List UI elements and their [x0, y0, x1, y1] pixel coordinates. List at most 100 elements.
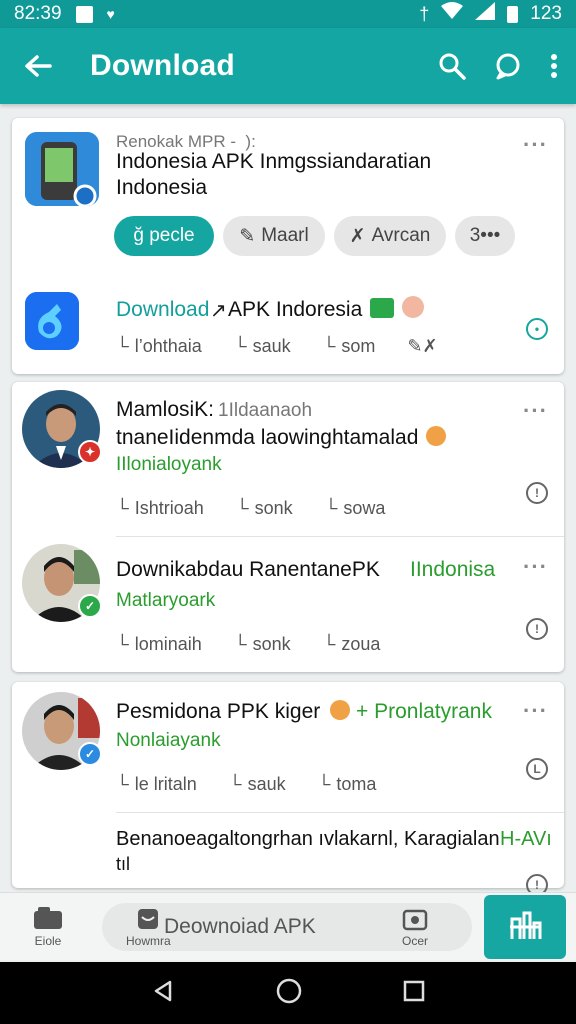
pencil-icon: ✎✗ [407, 336, 438, 356]
feed-card-3: ✓ Pesmidona PPK kiger + Pronlatyrank Non… [12, 682, 564, 896]
system-nav-bar [0, 962, 576, 1024]
like-action[interactable]: └ le lritaln [116, 774, 197, 795]
more-horiz-icon[interactable]: ··· [523, 132, 548, 158]
share-label: sowa [343, 498, 386, 518]
author-meta: 1Ildaanaoh [218, 400, 313, 421]
hand-icon: └ [233, 336, 247, 356]
share-action[interactable]: └ zoua [323, 634, 381, 655]
check-badge-icon: ✓ [78, 594, 102, 618]
post-text-green: H-AVı [500, 828, 552, 850]
thumb-up-icon: └ [116, 336, 129, 356]
avatar[interactable]: ✓ [22, 544, 102, 622]
info-circle-icon[interactable]: ! [526, 618, 548, 640]
chip-avrcan[interactable]: ✗ Avrcan [334, 216, 446, 256]
chip-maarl[interactable]: ✎ Maarl [223, 216, 325, 256]
share-label: toma [336, 774, 377, 794]
post-sub: IIlonialoyank [116, 454, 222, 475]
page-title: Download [90, 49, 235, 82]
nav-browse[interactable]: Howmra [126, 907, 171, 948]
like-action[interactable]: └ l’ohthaia [116, 336, 202, 357]
like-label: le lritaln [134, 774, 197, 794]
status-bar: 82:39 ♥ † 123 [0, 0, 576, 28]
share-action[interactable]: └ sowa [325, 498, 386, 519]
search-icon[interactable] [438, 52, 466, 80]
nav-recents-icon[interactable] [403, 980, 425, 1007]
more-horiz-icon[interactable]: ··· [523, 554, 548, 580]
chip-primary[interactable]: ğ pecle [114, 216, 214, 256]
battery-level: 123 [530, 3, 562, 24]
notification-icon [75, 5, 93, 23]
react-label: sonk [252, 634, 291, 654]
verified-badge-icon: ✦ [78, 440, 102, 464]
share-label: zoua [341, 634, 381, 654]
react-action[interactable]: └ sonk [236, 498, 293, 519]
item-title-line2[interactable]: Indonesia [116, 176, 207, 200]
item-actions: └ lominaih └ sonk └ zoua [116, 634, 412, 655]
post-title-green[interactable]: IIndonisa [410, 558, 495, 582]
edit-icon: ✎ [239, 225, 256, 247]
nav-other-label: Ocer [402, 934, 429, 948]
post-title[interactable]: Pesmidona PPK kiger [116, 700, 320, 724]
avatar[interactable]: ✦ [22, 390, 102, 468]
author-name[interactable]: MamlosiK: [116, 398, 214, 422]
app-thumbnail[interactable] [25, 132, 99, 206]
back-arrow-icon[interactable] [18, 54, 58, 78]
nav-home-label: Eiole [34, 934, 62, 948]
hand-icon: └ [233, 634, 247, 654]
folder-icon [32, 907, 64, 934]
info-circle-icon[interactable]: ! [526, 482, 548, 504]
share-action[interactable]: └ som [323, 336, 376, 357]
bottom-bar: Eiole Deownoiad APK Howmra Ocer [0, 892, 576, 960]
post-title-green[interactable]: + Pronlatyrank [356, 700, 492, 724]
chip-avrcan-label: Avrcan [371, 225, 431, 246]
post-sub: Matlaryoark [116, 590, 216, 611]
react-action[interactable]: └ sonk [234, 634, 291, 655]
thumb-up-icon: └ [116, 774, 129, 794]
emoji-icon [330, 700, 350, 720]
status-circle-icon[interactable]: • [526, 318, 548, 340]
share-icon: └ [324, 498, 338, 518]
like-action[interactable]: └ Ishtrioah [116, 498, 204, 519]
share-icon: └ [322, 336, 336, 356]
clock-circle-icon[interactable]: L [526, 758, 548, 780]
edit-action[interactable]: ✎✗ [407, 336, 437, 357]
thumb-up-icon: └ [116, 634, 129, 654]
chip-maarl-label: Maarl [261, 225, 309, 246]
react-action[interactable]: └ sauk [234, 336, 291, 357]
like-label: lominaih [134, 634, 202, 654]
nav-home-icon[interactable] [276, 978, 302, 1009]
signal-icon [475, 2, 496, 26]
chip-primary-label: ğ pecle [133, 225, 195, 246]
chip-more[interactable]: 3••• [455, 216, 515, 256]
share-action[interactable]: └ toma [318, 774, 377, 795]
more-horiz-icon[interactable]: ··· [523, 398, 548, 424]
chat-icon[interactable] [494, 52, 522, 80]
nav-other[interactable]: Ocer [402, 907, 428, 948]
emoji-face-icon [402, 296, 424, 318]
share-label: som [341, 336, 376, 356]
react-label: sonk [254, 498, 293, 518]
like-label: Ishtrioah [134, 498, 204, 518]
post-title[interactable]: Downikabdau RanentanePK [116, 558, 380, 582]
more-vert-icon[interactable] [550, 53, 558, 79]
item-meta: Renokak MPR - ): [116, 132, 256, 151]
share-icon: └ [317, 774, 331, 794]
item-title-line1[interactable]: Indonesia APK Inmgssiandaratian [116, 150, 431, 174]
nav-home[interactable]: Eiole [32, 907, 64, 948]
like-action[interactable]: └ lominaih [116, 634, 202, 655]
nav-back-icon[interactable] [151, 979, 175, 1008]
heart-icon: ♥ [106, 6, 115, 22]
download-app-icon[interactable] [25, 292, 79, 350]
share-icon: └ [322, 634, 336, 654]
fab-button[interactable] [484, 895, 566, 959]
hand-icon: └ [235, 498, 249, 518]
download-title[interactable]: APK Indoresia [228, 298, 362, 322]
post-text: tnaneIidenmda laowinghtamalad [116, 426, 419, 449]
download-link[interactable]: Download [116, 298, 209, 322]
more-horiz-icon[interactable]: ··· [523, 698, 548, 724]
post-text-line2: tıl [116, 854, 131, 874]
pill-text: Deownoiad APK [164, 915, 316, 938]
react-action[interactable]: └ sauk [229, 774, 286, 795]
avatar[interactable]: ✓ [22, 692, 102, 770]
item-actions: └ l’ohthaia └ sauk └ som ✎✗ [116, 336, 470, 357]
